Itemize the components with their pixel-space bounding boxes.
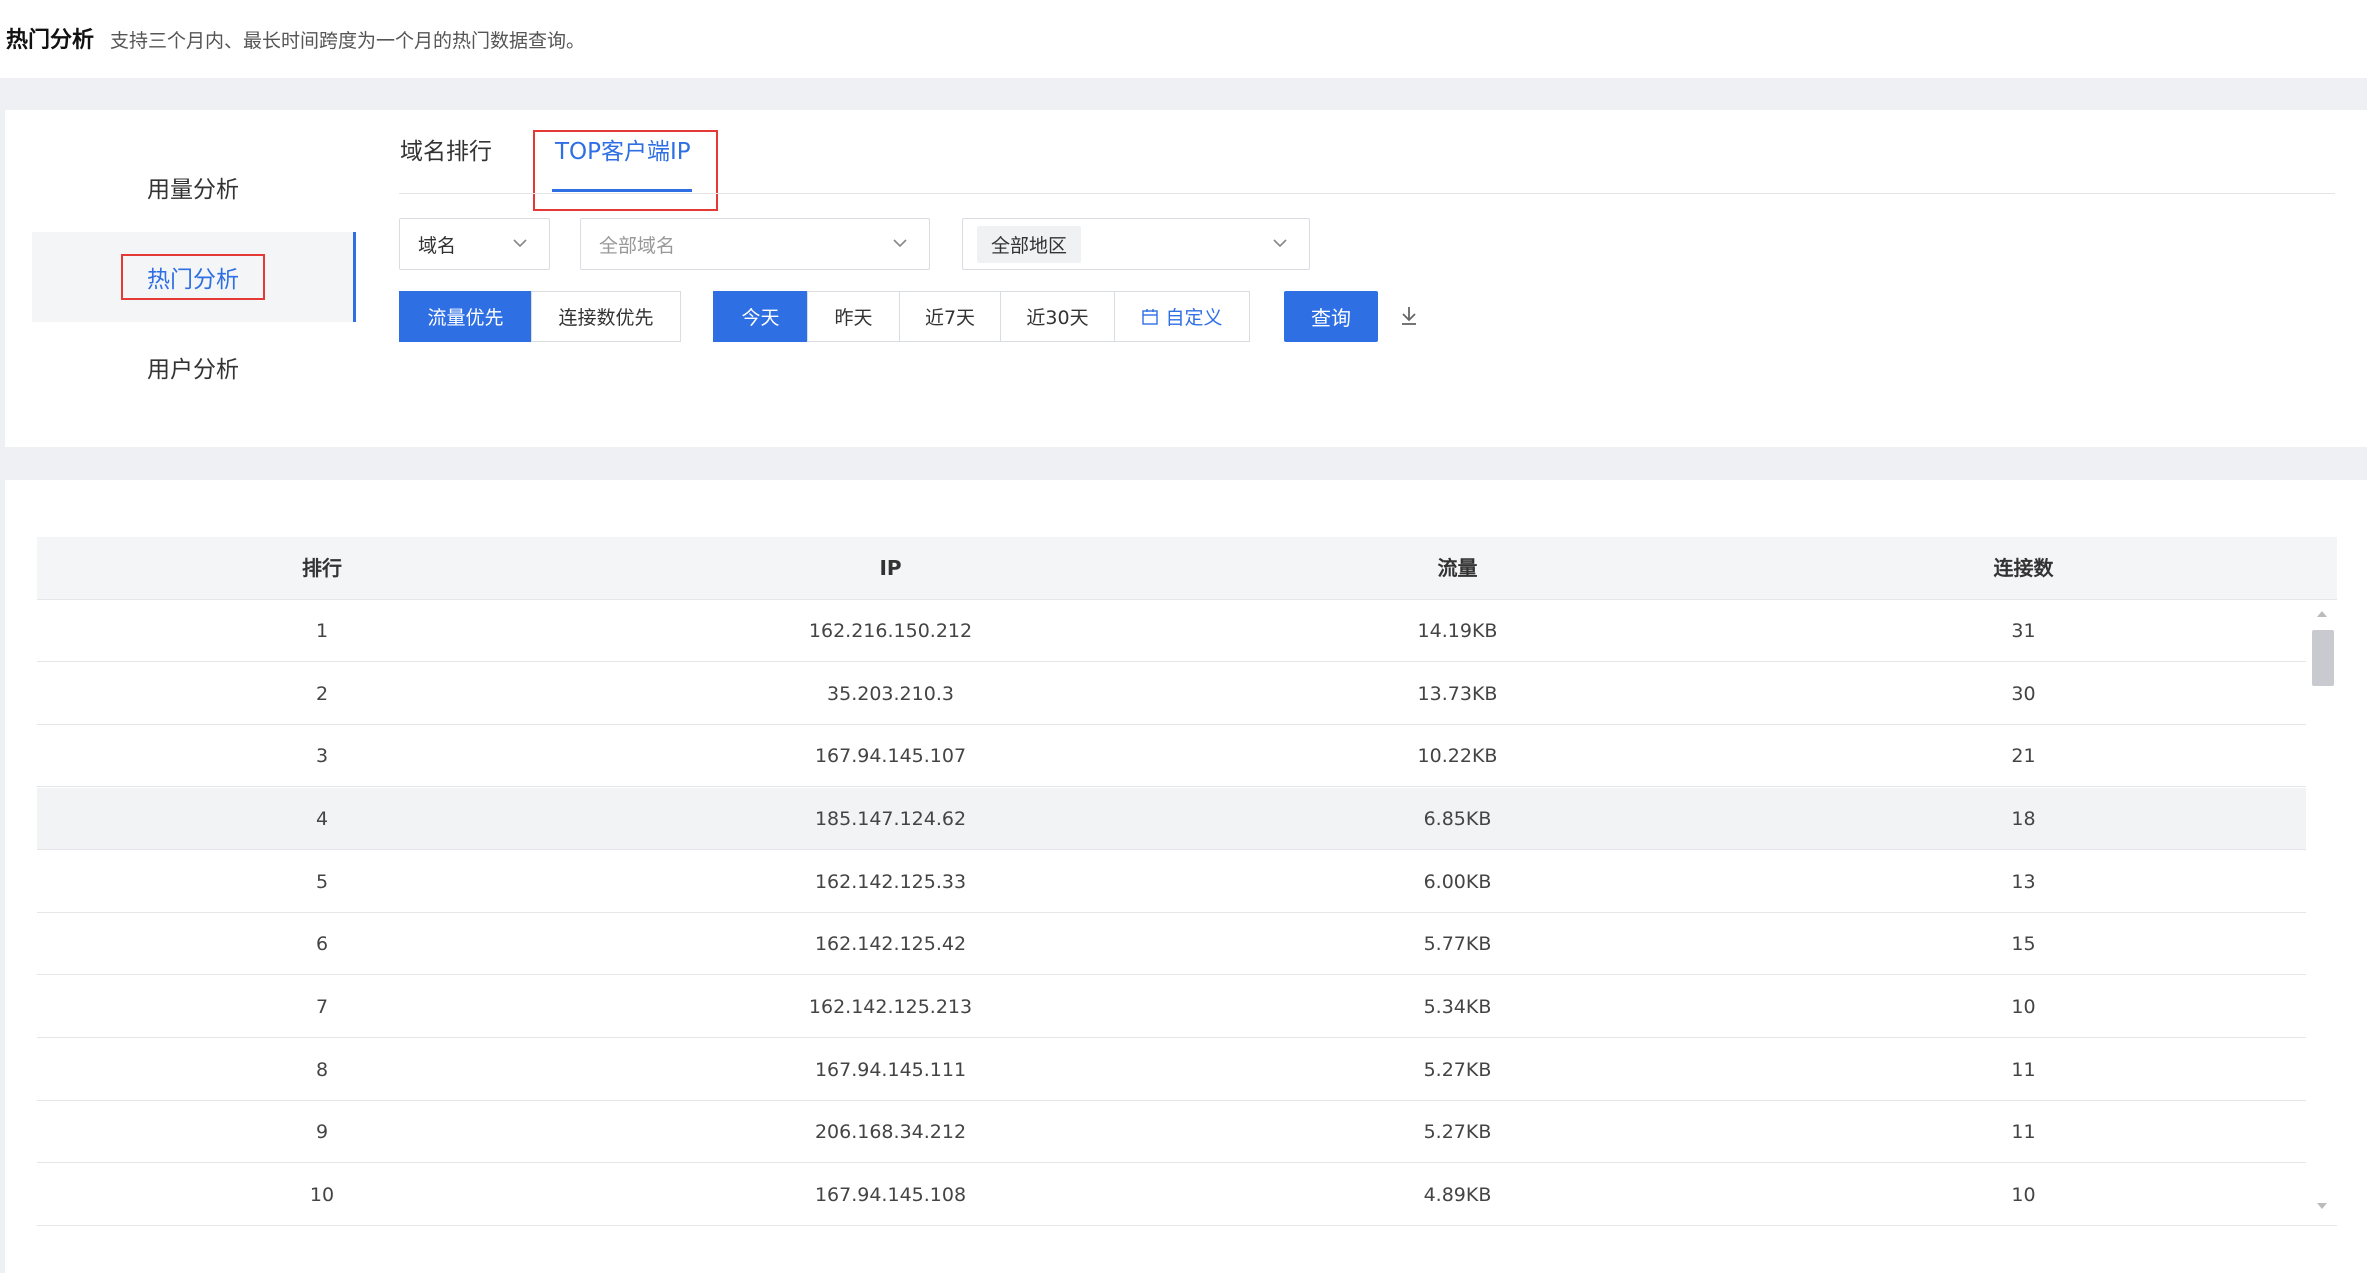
time-today-button[interactable]: 今天 [713,291,808,342]
cell-ip: 162.142.125.213 [808,996,973,1018]
cell-rank: 2 [315,683,329,705]
cell-rank: 1 [315,620,329,642]
sidebar-item-label: 热门分析 [121,254,265,300]
region-select[interactable]: 全部地区 [962,218,1310,270]
time-7days-button[interactable]: 近7天 [899,291,1001,342]
sidebar-active-indicator [353,232,356,322]
cell-connections: 13 [2011,871,2036,893]
page-header: 热门分析 支持三个月内、最长时间跨度为一个月的热门数据查询。 [0,0,2367,78]
cell-rank: 6 [315,933,329,955]
tab-domain-ranking[interactable]: 域名排行 [400,132,492,166]
cell-ip: 185.147.124.62 [814,808,967,830]
cell-connections: 10 [2011,996,2036,1018]
cell-traffic: 5.27KB [1423,1121,1492,1143]
cell-connections: 15 [2011,933,2036,955]
cell-ip: 35.203.210.3 [827,683,954,705]
sidebar-item-label: 用量分析 [147,177,239,203]
cell-ip: 162.142.125.42 [814,933,967,955]
column-header-connections: 连接数 [1993,556,2054,580]
table-row: 10 167.94.145.108 4.89KB 10 [37,1164,2337,1226]
tab-active-underline [552,189,692,192]
tab-divider [399,193,2335,194]
cell-connections: 18 [2011,808,2036,830]
cell-traffic: 6.00KB [1423,871,1492,893]
column-header-traffic: 流量 [1437,556,1478,580]
query-button[interactable]: 查询 [1284,291,1378,342]
cell-traffic: 5.34KB [1423,996,1492,1018]
cell-connections: 30 [2011,683,2036,705]
sidebar-item-label: 用户分析 [147,357,239,383]
sidebar-item-hot-analysis[interactable]: 热门分析 [32,232,356,322]
table-row: 9 206.168.34.212 5.27KB 11 [37,1101,2306,1163]
time-30days-button[interactable]: 近30天 [1000,291,1115,342]
column-header-rank: 排行 [302,556,342,580]
cell-ip: 162.216.150.212 [808,620,973,642]
time-custom-label: 自定义 [1165,307,1223,329]
cell-connections: 11 [2011,1121,2036,1143]
cell-ip: 206.168.34.212 [814,1121,967,1143]
scroll-down-arrow-icon[interactable] [2314,1200,2330,1212]
sidebar-item-user-analysis[interactable]: 用户分析 [32,322,354,412]
scroll-up-arrow-icon[interactable] [2314,608,2330,620]
cell-ip: 167.94.145.107 [814,745,967,767]
page-description: 支持三个月内、最长时间跨度为一个月的热门数据查询。 [110,30,586,52]
table-row: 2 35.203.210.3 13.73KB 30 [37,663,2306,725]
cell-traffic: 14.19KB [1417,620,1498,642]
cell-traffic: 5.77KB [1423,933,1492,955]
type-select-value: 域名 [418,234,457,257]
table-row-hovered: 4 185.147.124.62 6.85KB 18 [37,788,2306,850]
table-row: 8 167.94.145.111 5.27KB 11 [37,1039,2306,1101]
chevron-down-icon [1273,239,1287,248]
cell-connections: 21 [2011,745,2036,767]
download-icon[interactable] [1398,304,1420,328]
cell-connections: 31 [2011,620,2036,642]
cell-connections: 11 [2011,1059,2036,1081]
cell-connections: 10 [2011,1184,2036,1206]
chevron-down-icon [893,239,907,248]
cell-traffic: 4.89KB [1423,1184,1492,1206]
table-row: 5 162.142.125.33 6.00KB 13 [37,851,2306,913]
cell-traffic: 10.22KB [1417,745,1498,767]
table-row: 7 162.142.125.213 5.34KB 10 [37,976,2306,1038]
sort-by-traffic-button[interactable]: 流量优先 [399,291,532,342]
table-row: 6 162.142.125.42 5.77KB 15 [37,913,2306,975]
table-row: 1 162.216.150.212 14.19KB 31 [37,600,2306,662]
table-scrollbar-thumb[interactable] [2312,630,2334,686]
time-yesterday-button[interactable]: 昨天 [807,291,900,342]
time-custom-button[interactable]: 自定义 [1114,291,1250,342]
cell-traffic: 13.73KB [1417,683,1498,705]
cell-traffic: 6.85KB [1423,808,1492,830]
cell-rank: 8 [315,1059,329,1081]
sort-by-connections-button[interactable]: 连接数优先 [531,291,681,342]
page-title: 热门分析 [6,28,95,53]
column-header-ip: IP [879,556,902,580]
cell-rank: 5 [315,871,329,893]
cell-ip: 162.142.125.33 [814,871,967,893]
cell-rank: 4 [315,808,329,830]
table-header: 排行 IP 流量 连接数 [37,537,2337,600]
type-select[interactable]: 域名 [399,218,550,270]
cell-rank: 7 [315,996,329,1018]
sidebar-item-usage-analysis[interactable]: 用量分析 [32,142,354,232]
table-row: 3 167.94.145.107 10.22KB 21 [37,725,2306,787]
cell-rank: 3 [315,745,329,767]
cell-traffic: 5.27KB [1423,1059,1492,1081]
cell-ip: 167.94.145.108 [814,1184,967,1206]
filter-panel [5,110,2367,447]
chevron-down-icon [513,239,527,248]
region-select-value: 全部地区 [977,225,1082,263]
tab-highlight-box [533,130,718,211]
cell-ip: 167.94.145.111 [814,1059,967,1081]
calendar-icon [1142,308,1159,325]
domain-select[interactable]: 全部域名 [580,218,930,270]
cell-rank: 10 [309,1184,335,1206]
domain-select-placeholder: 全部域名 [599,234,676,257]
cell-rank: 9 [315,1121,329,1143]
